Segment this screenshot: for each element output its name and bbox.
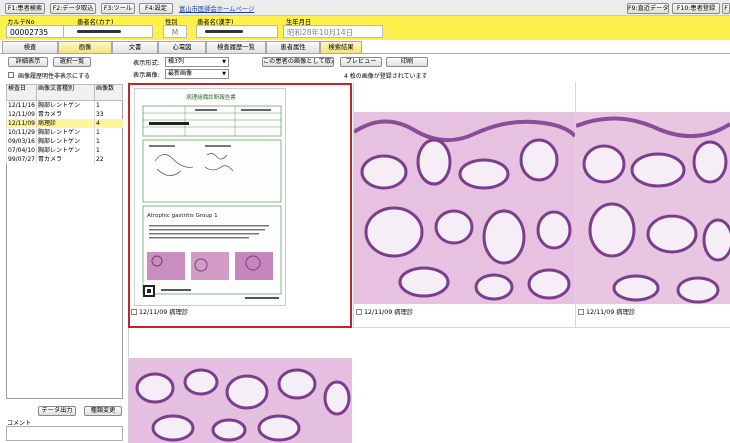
display-image-select[interactable]: 最新画像 ▼ — [165, 69, 229, 79]
image-caption-3[interactable]: 12/11/09 病理診 — [578, 309, 635, 317]
preview-button[interactable]: プレビュー — [340, 57, 382, 67]
settings-button[interactable]: F4:設定 — [139, 3, 173, 14]
row-count: 1 — [93, 146, 123, 155]
row-date: 12/11/09 — [6, 110, 37, 119]
tab-patient-attributes[interactable]: 患者属性 — [266, 41, 320, 53]
registered-count: 4 枚の画像が登録されています — [344, 73, 428, 80]
row-date: 99/07/27 — [6, 155, 37, 164]
row-date: 12/11/16 — [6, 100, 37, 110]
table-header-row: 検査日 画像文書種別 画像数 — [6, 84, 124, 101]
data-export-button[interactable]: データ出力 — [38, 406, 76, 416]
table-row[interactable]: 09/03/16 胸部レントゲン 1 — [6, 137, 123, 146]
select-checkbox[interactable] — [131, 309, 137, 315]
row-count: 1 — [93, 100, 123, 110]
caption-text: 12/11/09 病理診 — [364, 309, 414, 316]
col-type[interactable]: 画像文書種別 — [35, 84, 95, 101]
dob-field[interactable]: 昭和28年10月14日 — [283, 25, 383, 38]
table-row[interactable]: 12/11/16 胸部レントゲン 1 — [6, 100, 123, 110]
histology-svg — [354, 112, 575, 304]
tab-ecg[interactable]: 心電図 — [158, 41, 206, 53]
display-format-label: 表示形式: — [133, 60, 160, 67]
col-count[interactable]: 画像数 — [93, 84, 124, 101]
row-date: 12/11/09 — [6, 119, 37, 128]
image-caption-2[interactable]: 12/11/09 病理診 — [356, 309, 413, 317]
row-count: 33 — [93, 110, 123, 119]
print-button[interactable]: 印刷 — [386, 57, 428, 67]
select-checkbox[interactable] — [578, 309, 584, 315]
sex-field[interactable]: M — [163, 25, 187, 38]
histology-image-1[interactable] — [354, 112, 575, 304]
display-format-value: 横3列 — [168, 58, 184, 65]
histology-image-3[interactable] — [129, 358, 352, 443]
data-import-button[interactable]: F2:データ取込 — [50, 3, 96, 14]
display-image-value: 最新画像 — [168, 70, 193, 77]
display-image-label: 表示画像: — [133, 72, 160, 79]
table-row[interactable]: 99/07/27 胃カメラ 22 — [6, 155, 123, 164]
detail-view-button[interactable]: 詳細表示 — [8, 57, 48, 67]
display-format-select[interactable]: 横3列 ▼ — [165, 57, 229, 67]
caption-text: 12/11/09 病理診 — [586, 309, 636, 316]
chart-no-field[interactable]: 00002735 — [6, 25, 66, 38]
tab-document[interactable]: 文書 — [112, 41, 158, 53]
comment-box[interactable] — [6, 426, 123, 441]
tab-strip-line — [0, 53, 730, 54]
image-caption-1[interactable]: 12/11/09 病理診 — [131, 309, 188, 317]
patient-search-button[interactable]: F1:患者検索 — [5, 3, 45, 14]
row-count: 1 — [93, 128, 123, 137]
kana-redacted — [77, 30, 121, 33]
row-date: 07/04/10 — [6, 146, 37, 155]
histology-svg — [576, 112, 730, 304]
histology-image-2[interactable] — [576, 112, 730, 304]
select-list-button[interactable]: 選択一覧 — [53, 57, 91, 67]
row-type: 病理診 — [35, 119, 95, 128]
hide-history-label: 画像履歴明性非表示にする — [18, 73, 91, 80]
row-date: 10/11/29 — [6, 128, 37, 137]
row-type: 胸部レントゲン — [35, 146, 95, 155]
table-row[interactable]: 10/11/29 胸部レントゲン 1 — [6, 128, 123, 137]
hide-history-checkbox[interactable] — [8, 72, 14, 78]
caption-text: 12/11/09 病理診 — [139, 309, 189, 316]
chevron-down-icon: ▼ — [222, 71, 226, 77]
row-type: 胃カメラ — [35, 110, 95, 119]
take-as-patient-image-button[interactable]: この患者の画像として取込 — [262, 57, 334, 67]
tab-image[interactable]: 画像 — [58, 41, 112, 53]
histology-svg — [129, 358, 352, 443]
patient-register-button[interactable]: F10:患者登録 — [672, 3, 720, 14]
col-date[interactable]: 検査日 — [6, 84, 37, 101]
table-row-selected[interactable]: 12/11/09 病理診 4 — [6, 119, 123, 128]
row-count: 4 — [93, 119, 123, 128]
chevron-down-icon: ▼ — [222, 59, 226, 65]
tools-button[interactable]: F3:ツール — [101, 3, 135, 14]
tab-exam[interactable]: 検査 — [2, 41, 58, 53]
row-count: 22 — [93, 155, 123, 164]
row-type: 胃カメラ — [35, 155, 95, 164]
recent-data-button[interactable]: F9:直近データ — [627, 3, 669, 14]
row-type: 胸部レントゲン — [35, 137, 95, 146]
selected-image-frame — [128, 83, 352, 328]
row-type: 胸部レントゲン — [35, 128, 95, 137]
table-row[interactable]: 12/11/09 胃カメラ 33 — [6, 110, 123, 119]
tab-exam-history[interactable]: 検査履歴一覧 — [206, 41, 266, 53]
tab-search-results[interactable]: 検索結果 — [320, 41, 362, 53]
row-type: 胸部レントゲン — [35, 100, 95, 110]
select-checkbox[interactable] — [356, 309, 362, 315]
table-row[interactable]: 07/04/10 胸部レントゲン 1 — [6, 146, 123, 155]
history-table: 検査日 画像文書種別 画像数 12/11/16 胸部レントゲン 1 12/11/09… — [6, 84, 124, 164]
row-date: 09/03/16 — [6, 137, 37, 146]
overflow-button[interactable]: F — [722, 3, 730, 14]
row-count: 1 — [93, 137, 123, 146]
type-change-button[interactable]: 種類変更 — [84, 406, 122, 416]
kanji-redacted — [205, 30, 243, 33]
homepage-link[interactable]: 富山市医師会ホームページ — [179, 4, 254, 13]
